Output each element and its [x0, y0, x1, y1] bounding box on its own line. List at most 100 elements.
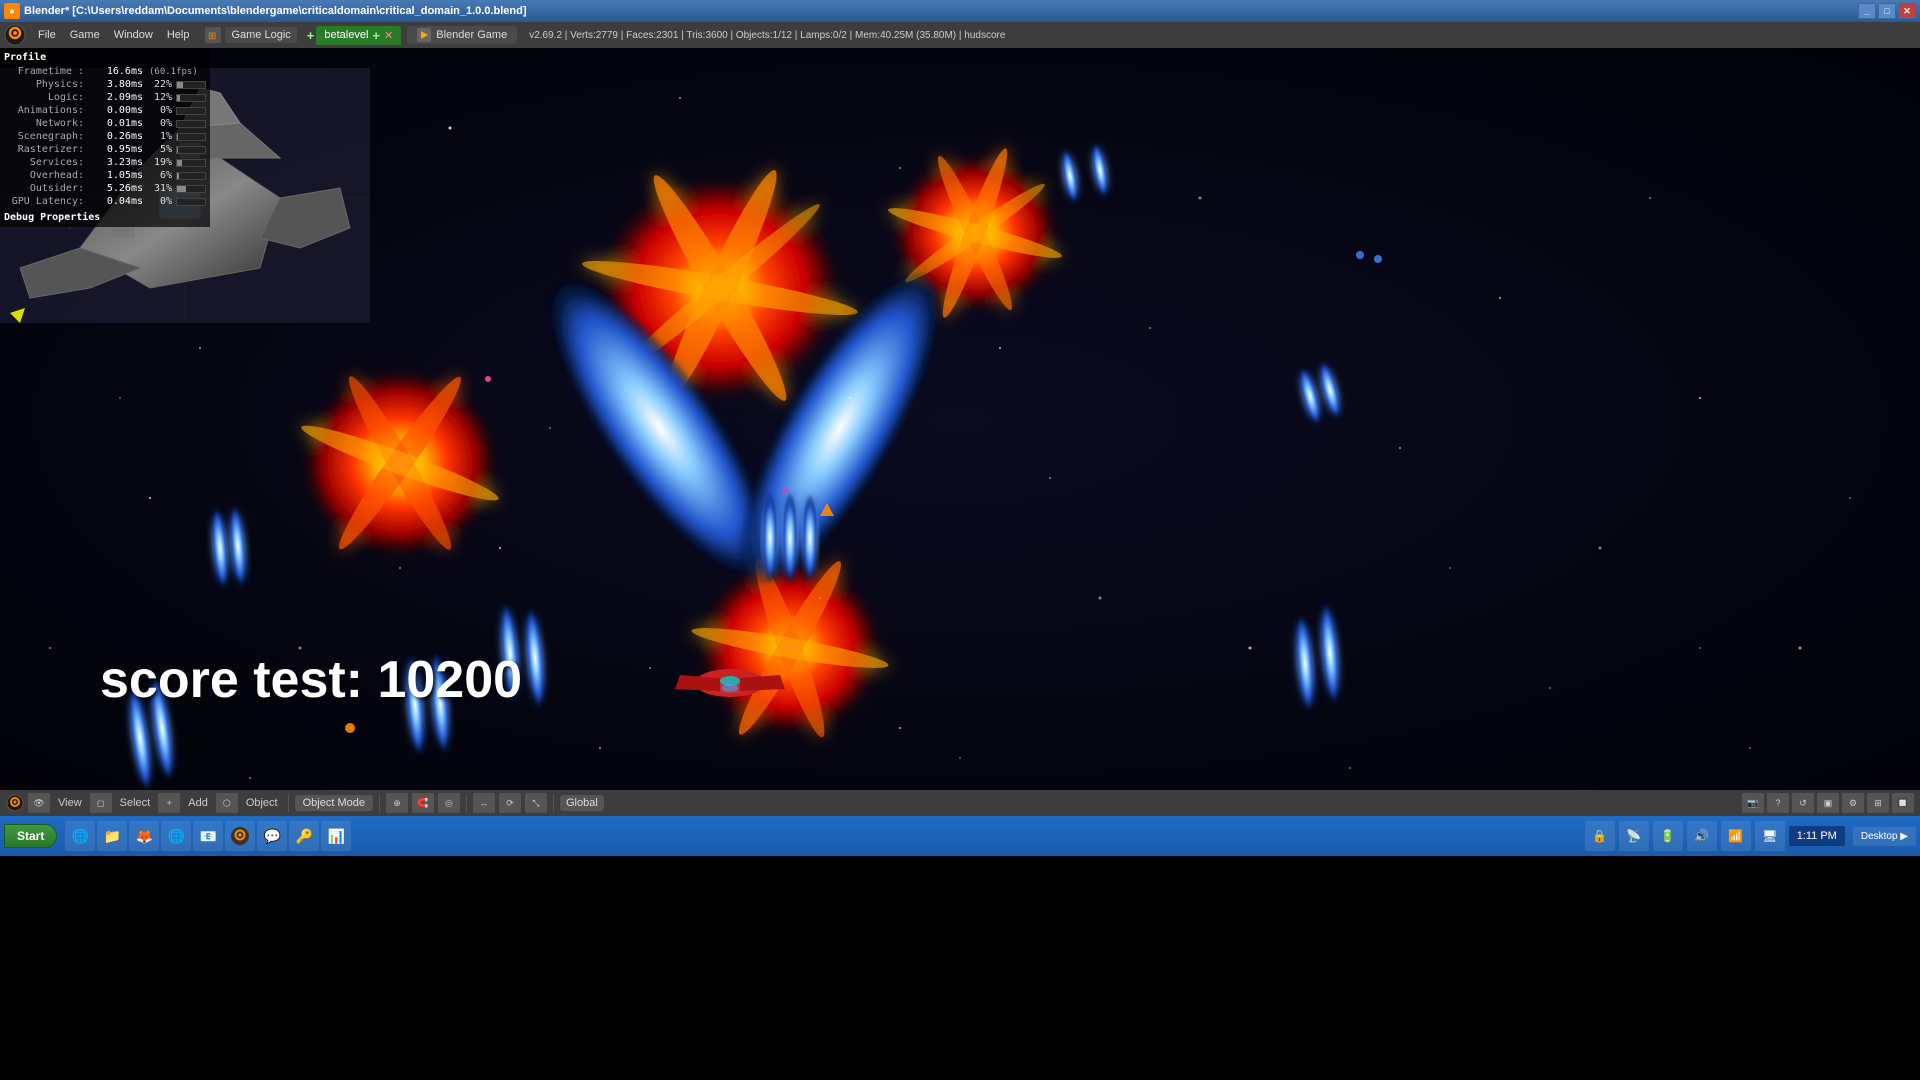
move-icon[interactable]: ↔	[473, 793, 495, 813]
camera-icon[interactable]: 📷	[1742, 793, 1764, 813]
bottom-blender-icon	[6, 794, 24, 812]
view-label: View	[54, 797, 86, 809]
taskbar: Start 🌐 📁 🦊 🌐 📧 💬 🔑 📊 🔒 📡 🔋 🔊 📶 🖥 1:11 P…	[0, 816, 1920, 856]
profile-bar-fill	[177, 147, 178, 153]
profile-bar	[176, 81, 206, 89]
editor-mode-label[interactable]: Game Logic	[225, 27, 296, 43]
tab-add-button[interactable]: +	[307, 28, 315, 43]
profile-row: Overhead:1.05ms6%	[4, 169, 206, 182]
profile-row-pct: 6%	[147, 170, 172, 181]
dot-right-2	[1374, 255, 1382, 263]
object-icon[interactable]: ⬡	[216, 793, 238, 813]
profile-panel: Profile Frametime :16.6ms(60.1fps)Physic…	[0, 48, 210, 227]
tray-icon-4[interactable]: 🔊	[1687, 821, 1717, 851]
blue-beam-vert-center-2	[782, 492, 798, 584]
question-icon[interactable]: ?	[1767, 793, 1789, 813]
settings-icon[interactable]: ⚙	[1842, 793, 1864, 813]
grid-icon[interactable]: ⊞	[1867, 793, 1889, 813]
scale-icon[interactable]: ⤡	[525, 793, 547, 813]
title-bar-left: ● Blender* [C:\Users\reddam\Documents\bl…	[4, 3, 526, 19]
menu-bar: File Game Window Help ⊞ Game Logic + bet…	[0, 22, 1920, 48]
tray-icon-2[interactable]: 📡	[1619, 821, 1649, 851]
taskbar-icon-folder[interactable]: 📁	[97, 821, 127, 851]
select-icon[interactable]: ◻	[90, 793, 112, 813]
separator-3	[466, 794, 467, 812]
tab-betalevel-add[interactable]: +	[372, 28, 380, 43]
score-display: score test: 10200	[100, 650, 522, 710]
menu-help[interactable]: Help	[161, 27, 196, 43]
tray-icon-3[interactable]: 🔋	[1653, 821, 1683, 851]
profile-row-label: Overhead:	[4, 170, 84, 181]
taskbar-icon-browser[interactable]: 🌐	[161, 821, 191, 851]
view3d-icon[interactable]: 🔲	[1892, 793, 1914, 813]
profile-row-pct: 19%	[147, 157, 172, 168]
taskbar-icon-app[interactable]: 📊	[321, 821, 351, 851]
taskbar-icon-skype[interactable]: 💬	[257, 821, 287, 851]
view-icon[interactable]: 👁	[28, 793, 50, 813]
close-button[interactable]: ✕	[1898, 3, 1916, 19]
profile-row: Scenegraph:0.26ms1%	[4, 130, 206, 143]
profile-row-pct: 22%	[147, 79, 172, 90]
render-icon[interactable]: ▣	[1817, 793, 1839, 813]
blender-logo-icon	[4, 24, 26, 46]
system-clock: 1:11 PM	[1789, 826, 1845, 846]
profile-row: GPU Latency:0.04ms0%	[4, 195, 206, 208]
taskbar-icon-password[interactable]: 🔑	[289, 821, 319, 851]
profile-row-value: 0.95ms	[88, 144, 143, 155]
minimize-button[interactable]: _	[1858, 3, 1876, 19]
profile-row-label: Logic:	[4, 92, 84, 103]
menu-file[interactable]: File	[32, 27, 62, 43]
profile-bar	[176, 159, 206, 167]
taskbar-icon-blender[interactable]	[225, 821, 255, 851]
taskbar-icon-mail[interactable]: 📧	[193, 821, 223, 851]
profile-row-label: Services:	[4, 157, 84, 168]
pivot-icon[interactable]: ⊕	[386, 793, 408, 813]
menu-game[interactable]: Game	[64, 27, 106, 43]
profile-row-pct: 5%	[147, 144, 172, 155]
menu-window[interactable]: Window	[108, 27, 159, 43]
blender-game-tab[interactable]: Blender Game	[407, 26, 517, 44]
tray-icon-1[interactable]: 🔒	[1585, 821, 1615, 851]
taskbar-icon-firefox[interactable]: 🦊	[129, 821, 159, 851]
viewport: Profile Frametime :16.6ms(60.1fps)Physic…	[0, 48, 1920, 790]
bottom-toolbar: 👁 View ◻ Select + Add ⬡ Object Object Mo…	[0, 790, 1920, 816]
separator-4	[553, 794, 554, 812]
tray-icon-6[interactable]: 🖥	[1755, 821, 1785, 851]
profile-row: Outsider:5.26ms31%	[4, 182, 206, 195]
profile-row-extra: (60.1fps)	[149, 67, 198, 77]
start-button[interactable]: Start	[4, 824, 57, 848]
taskbar-icon-ie[interactable]: 🌐	[65, 821, 95, 851]
profile-bar	[176, 172, 206, 180]
tab-betalevel-close[interactable]: ✕	[384, 29, 393, 42]
title-bar: ● Blender* [C:\Users\reddam\Documents\bl…	[0, 0, 1920, 22]
maximize-button[interactable]: □	[1878, 3, 1896, 19]
tray-icon-5[interactable]: 📶	[1721, 821, 1751, 851]
restore-icon[interactable]: ↺	[1792, 793, 1814, 813]
svg-text:⊞: ⊞	[208, 31, 216, 42]
profile-row-pct: 0%	[147, 105, 172, 116]
desktop-button[interactable]: Desktop ▶	[1853, 827, 1916, 846]
snap-icon[interactable]: 🧲	[412, 793, 434, 813]
profile-bar	[176, 133, 206, 141]
blue-beam-right-tall-1	[1292, 612, 1319, 713]
global-local-button[interactable]: Global	[560, 795, 604, 811]
profile-row-label: Animations:	[4, 105, 84, 116]
blender-icon: ●	[4, 3, 20, 19]
object-label: Object	[242, 797, 282, 809]
blue-beam-left-tall-1	[208, 505, 231, 590]
add-icon[interactable]: +	[158, 793, 180, 813]
tab-betalevel[interactable]: betalevel + ✕	[316, 26, 401, 45]
blender-taskbar-icon	[230, 826, 250, 846]
object-mode-button[interactable]: Object Mode	[295, 795, 373, 811]
profile-row-label: Scenegraph:	[4, 131, 84, 142]
rotate-icon[interactable]: ⟳	[499, 793, 521, 813]
profile-row: Logic:2.09ms12%	[4, 91, 206, 104]
profile-bar-fill	[177, 82, 183, 88]
profile-row-label: Network:	[4, 118, 84, 129]
status-text: v2.69.2 | Verts:2779 | Faces:2301 | Tris…	[529, 30, 1005, 41]
profile-row-value: 5.26ms	[88, 183, 143, 194]
profile-row-value: 0.04ms	[88, 196, 143, 207]
proportional-icon[interactable]: ◎	[438, 793, 460, 813]
profile-row-pct: 0%	[147, 196, 172, 207]
profile-row-value: 3.23ms	[88, 157, 143, 168]
